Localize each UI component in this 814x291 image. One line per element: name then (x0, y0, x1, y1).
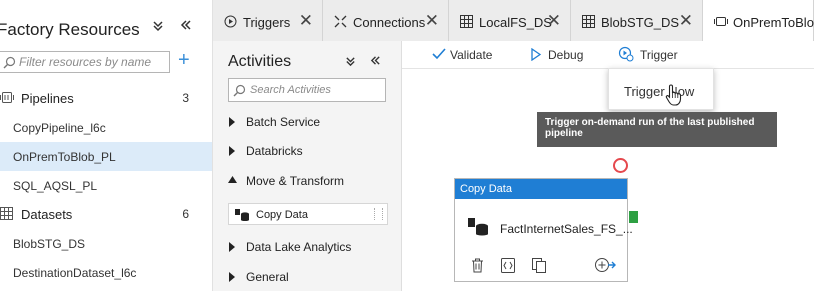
collapse-all-icon[interactable] (345, 56, 356, 67)
failure-dependency-port[interactable] (613, 158, 628, 173)
copy-data-activity-box[interactable]: Copy Data FactInternetSales_FS_... (454, 178, 633, 282)
activities-title: Activities (228, 53, 292, 70)
play-icon (530, 48, 542, 61)
hand-pointer-cursor-icon (665, 84, 683, 106)
pipeline-item-onpremtoblob[interactable]: OnPremToBlob_PL (0, 142, 212, 171)
search-icon (3, 56, 16, 69)
pipeline-item-copypipeline[interactable]: CopyPipeline_l6c (0, 113, 212, 142)
search-icon (233, 84, 246, 97)
editor-tab-bar: Triggers ✕ Connections ✕ LocalFS_DS ✕ Bl… (213, 0, 814, 42)
category-label: General (246, 270, 289, 284)
drag-handle-icon[interactable] (374, 208, 383, 220)
close-icon[interactable]: ✕ (425, 12, 439, 29)
copy-data-label: Copy Data (256, 209, 308, 221)
pipelines-count: 3 (182, 91, 189, 105)
pipeline-item-label: OnPremToBlob_PL (13, 150, 116, 164)
pipelines-group-label: Pipelines (21, 91, 74, 106)
collapse-panel-icon[interactable] (180, 19, 192, 31)
activity-header-label: Copy Data (460, 183, 512, 195)
tab-label: Connections (353, 15, 426, 30)
checkmark-icon (432, 48, 446, 60)
copy-data-activity-item[interactable]: Copy Data (228, 203, 388, 225)
tab-label: LocalFS_DS (479, 15, 552, 30)
pipelines-group[interactable]: Pipelines 3 (0, 84, 212, 112)
trigger-label: Trigger (640, 48, 678, 62)
collapse-arrow-icon (228, 176, 237, 184)
pipeline-item-label: SQL_AQSL_PL (13, 179, 98, 193)
category-label: Data Lake Analytics (246, 240, 352, 254)
add-output-icon[interactable] (594, 257, 616, 273)
trigger-icon (618, 46, 634, 62)
connections-icon (334, 15, 347, 28)
activity-name: FactInternetSales_FS_... (500, 222, 633, 236)
tab-blobstg-ds[interactable]: BlobSTG_DS ✕ (571, 0, 703, 41)
datasets-group-label: Datasets (21, 207, 73, 222)
tab-label: OnPremToBlob (733, 15, 814, 30)
factory-resources-title: Factory Resources (0, 20, 140, 39)
tab-triggers[interactable]: Triggers ✕ (213, 0, 323, 41)
collapse-panel-icon[interactable] (370, 55, 381, 66)
expand-arrow-icon (228, 146, 236, 156)
dataset-table-icon (0, 207, 13, 220)
collapse-all-icon[interactable] (152, 20, 164, 32)
expand-arrow-icon (228, 272, 236, 282)
filter-resources-search[interactable] (0, 51, 170, 73)
tab-label: Triggers (243, 15, 291, 30)
copy-data-icon (235, 209, 251, 221)
tab-onpremtoblob[interactable]: OnPremToBlob (703, 0, 814, 42)
dataset-table-icon (582, 15, 595, 28)
tab-connections[interactable]: Connections ✕ (323, 0, 449, 41)
category-label: Batch Service (246, 115, 321, 129)
close-icon[interactable]: ✕ (547, 12, 561, 29)
category-label: Move & Transform (246, 174, 345, 188)
dataset-item-label: BlobSTG_DS (13, 237, 86, 251)
dataset-item-label: DestinationDataset_l6c (13, 266, 137, 280)
expand-arrow-icon (228, 242, 236, 252)
dataset-item-blobstg[interactable]: BlobSTG_DS (0, 229, 212, 258)
pipeline-icon (0, 91, 14, 104)
clone-icon[interactable] (532, 258, 547, 273)
tab-label: BlobSTG_DS (601, 15, 680, 30)
pipeline-item-sql-aqsl[interactable]: SQL_AQSL_PL (0, 171, 212, 200)
success-dependency-port[interactable] (629, 211, 638, 223)
activities-panel: Activities Batch Service Databricks Move… (213, 41, 402, 291)
activity-header: Copy Data (455, 179, 627, 199)
filter-resources-input[interactable] (19, 54, 167, 70)
delete-icon[interactable] (471, 258, 484, 273)
close-icon[interactable]: ✕ (679, 12, 693, 29)
tab-localfs-ds[interactable]: LocalFS_DS ✕ (449, 0, 571, 41)
trigger-dropdown-menu: Trigger Now (608, 68, 714, 110)
pipeline-icon (714, 16, 728, 27)
validate-label: Validate (450, 48, 493, 62)
datasets-group[interactable]: Datasets 6 (0, 200, 212, 228)
debug-label: Debug (548, 48, 584, 62)
dataset-item-destination[interactable]: DestinationDataset_l6c (0, 258, 212, 287)
close-icon[interactable]: ✕ (299, 12, 313, 29)
datasets-count: 6 (182, 207, 189, 221)
code-icon[interactable] (501, 258, 515, 273)
copy-data-icon (468, 218, 490, 236)
expand-arrow-icon (228, 117, 236, 127)
search-activities[interactable] (228, 78, 386, 102)
pipeline-item-label: CopyPipeline_l6c (13, 121, 106, 135)
category-label: Databricks (246, 144, 303, 158)
factory-resources-panel: Factory Resources + Pipelines 3 CopyPipe… (0, 0, 213, 291)
pipeline-toolbar: Validate Debug Trigger (402, 41, 814, 69)
dataset-table-icon (460, 15, 473, 28)
search-activities-input[interactable] (250, 82, 382, 98)
trigger-now-menu-item[interactable]: Trigger Now (624, 84, 694, 99)
add-resource-button[interactable]: + (178, 50, 190, 70)
trigger-icon (224, 15, 237, 28)
trigger-now-tooltip: Trigger on-demand run of the last publis… (537, 112, 777, 147)
